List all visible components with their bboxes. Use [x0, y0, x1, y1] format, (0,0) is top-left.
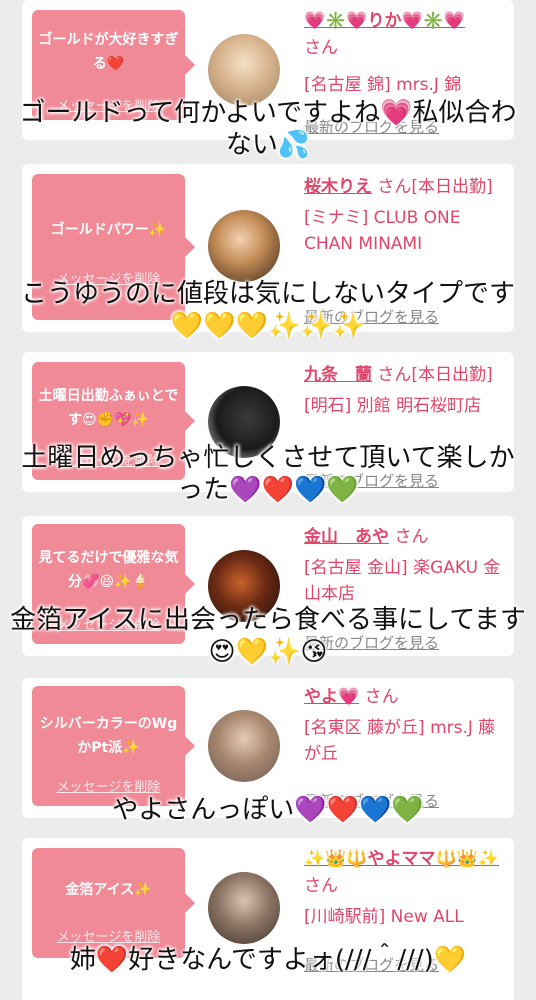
caption-text: やよさんっぽい💜❤️💙💚: [112, 795, 424, 825]
shop-label: [名古屋 金山] 楽GAKU 金山本店: [304, 558, 501, 604]
honorific: さん: [364, 687, 399, 707]
cast-name-link[interactable]: 桜木りえ: [304, 177, 372, 197]
cast-name-line: 金山 あや さん: [304, 524, 509, 551]
honorific: さん: [394, 527, 429, 547]
message-text: 土曜日出勤ふぁぃとです😍✊💖✨: [38, 388, 179, 428]
message-text: シルバーカラーのWgかPt派✨: [39, 716, 178, 756]
caption-text: 金箔アイスに出会ったら食べる事にしてます😍💛✨😘: [10, 605, 526, 667]
message-text: ゴールドパワー✨: [50, 222, 167, 238]
avatar[interactable]: [208, 872, 280, 944]
message-bubble: シルバーカラーのWgかPt派✨ メッセージを削除: [32, 686, 195, 806]
cast-name-line: やよ💗 さん: [304, 684, 509, 711]
cast-info: やよ💗 さん [名東区 藤が丘] mrs.J 藤が丘 最新のブログを見る: [304, 684, 509, 810]
cast-name-link[interactable]: ✨👑🔱やよママ🔱👑✨: [304, 849, 499, 869]
caption-text: こうゆうのに値段は気にしないタイプです💛💛💛✨✨✨: [20, 279, 515, 341]
honorific: さん: [377, 365, 412, 385]
shop-label: [名東区 藤が丘] mrs.J 藤が丘: [304, 718, 496, 764]
cast-info: 桜木りえ さん[本日出勤] [ミナミ] CLUB ONE CHAN MINAMI…: [304, 174, 509, 326]
shop-label: [名古屋 錦] mrs.J 錦: [304, 75, 462, 95]
message-text: ゴールドが大好きすぎる❤️: [38, 32, 179, 72]
cast-name-line: 💗✳️💗りか💗✳️💗 さん: [304, 8, 509, 62]
cast-name-link[interactable]: 九条 蘭: [304, 365, 372, 385]
cast-name-line: 桜木りえ さん[本日出勤]: [304, 174, 509, 201]
status-label: [本日出勤]: [411, 177, 493, 197]
caption-text: 土曜日めっちゃ忙しくさせて頂いて楽しかった💜❤️💙💚: [21, 443, 515, 505]
cast-info: ✨👑🔱やよママ🔱👑✨ さん [川崎駅前] New ALL 最新のブログを見る: [304, 846, 509, 974]
cast-name-link[interactable]: やよ💗: [304, 687, 359, 707]
honorific: さん: [304, 38, 338, 58]
cast-name-line: ✨👑🔱やよママ🔱👑✨ さん: [304, 846, 509, 900]
cast-info: 金山 あや さん [名古屋 金山] 楽GAKU 金山本店 最新のブログを見る: [304, 524, 509, 652]
message-text: 見てるだけで優雅な気分💞😆✨🍦: [38, 550, 179, 590]
honorific: さん: [304, 876, 338, 896]
cast-name-line: 九条 蘭 さん[本日出勤]: [304, 362, 509, 389]
avatar[interactable]: [208, 710, 280, 782]
cast-info: 九条 蘭 さん[本日出勤] [明石] 別館 明石桜町店 最新のブログを見る: [304, 362, 509, 490]
shop-label: [明石] 別館 明石桜町店: [304, 396, 482, 416]
message-bubble: 金箔アイス✨ メッセージを削除: [32, 848, 195, 958]
cast-name-link[interactable]: 💗✳️💗りか💗✳️💗: [304, 11, 465, 31]
status-label: [本日出勤]: [411, 365, 493, 385]
caption-text: ゴールドって何かよいですよね💗私似合わない💦: [19, 98, 517, 160]
delete-message-link[interactable]: メッセージを削除: [32, 776, 185, 795]
message-text: 金箔アイス✨: [65, 882, 152, 898]
cast-info: 💗✳️💗りか💗✳️💗 さん [名古屋 錦] mrs.J 錦 最新のブログを見る: [304, 8, 509, 136]
avatar[interactable]: [208, 210, 280, 282]
cast-name-link[interactable]: 金山 あや: [304, 527, 389, 547]
shop-label: [川崎駅前] New ALL: [304, 907, 464, 927]
delete-message-link[interactable]: メッセージを削除: [32, 926, 185, 945]
honorific: さん: [377, 177, 412, 197]
shop-label: [ミナミ] CLUB ONE CHAN MINAMI: [304, 208, 461, 254]
caption-text: 姉❤️好きなんですよォ(///＾///)💛: [69, 945, 467, 975]
avatar[interactable]: [208, 34, 280, 106]
